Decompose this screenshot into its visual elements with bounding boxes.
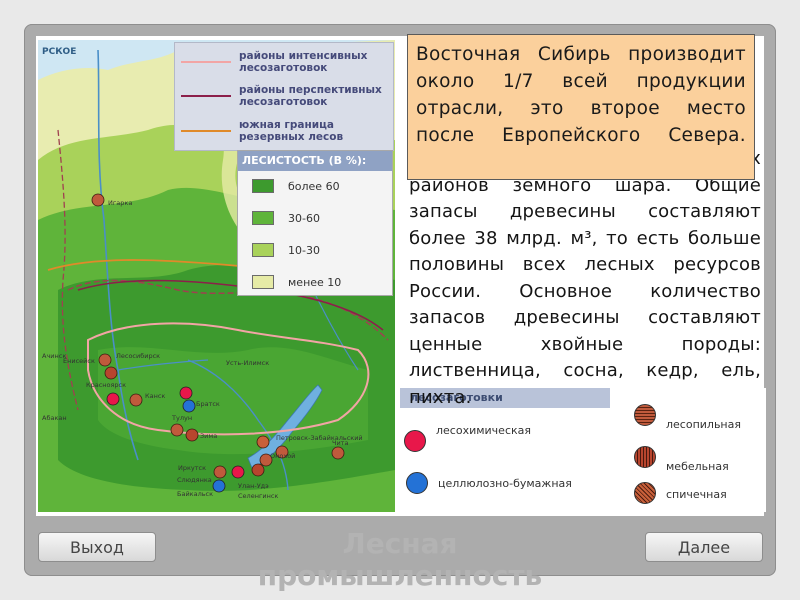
legend-swatch: [252, 243, 274, 257]
city-label: Красноярск: [86, 381, 126, 389]
industry-dot: [634, 445, 656, 468]
industry-label: мебельная: [666, 460, 729, 473]
legend-swatch: [252, 275, 274, 289]
city-label: Абакан: [42, 414, 67, 422]
city-label: Усть-Илимск: [226, 359, 269, 367]
legend-label: более 60: [288, 179, 340, 193]
industry-item: мебельная: [634, 440, 729, 473]
legend-swatch: [181, 60, 231, 63]
legend-row: 30-60: [252, 211, 320, 225]
legend-label: южная граница резервных лесов: [239, 118, 344, 143]
legend-label: менее 10: [288, 275, 342, 289]
city-label: Онохой: [270, 452, 295, 460]
forest-cover-legend: ЛЕСИСТОСТЬ (В %): более 60 30-60 10-30 м…: [237, 150, 393, 296]
city-label: Братск: [196, 400, 220, 408]
legend-swatch: [181, 94, 231, 97]
legend-label: районы интенсивных лесозаготовок: [239, 49, 368, 74]
legend-title: ЛЕСИСТОСТЬ (В %):: [238, 151, 392, 171]
city-label: Канск: [145, 392, 165, 400]
legend-row: южная граница резервных лесов: [175, 114, 393, 147]
slide-title-watermark: Лесная промышленность: [257, 527, 543, 592]
legend-row: 10-30: [252, 243, 320, 257]
industry-item: целлюлозно-бумажная: [406, 472, 572, 494]
legend-row: районы перспективных лесозаготовок: [175, 79, 393, 112]
next-button[interactable]: Далее: [645, 532, 763, 562]
legend-row: менее 10: [252, 275, 341, 289]
industry-item: спичечная: [634, 482, 727, 504]
legend-swatch: [252, 179, 274, 193]
industry-label: спичечная: [666, 487, 727, 501]
industry-dot: [404, 430, 426, 452]
industry-label: лесопильная: [666, 418, 741, 431]
legend-label: районы перспективных лесозаготовок: [239, 83, 382, 108]
line-legend: районы интенсивных лесозаготовок районы …: [174, 42, 394, 151]
city-label: Байкальск: [177, 490, 213, 498]
city-label: Лесосибирск: [116, 352, 160, 360]
city-label: Слюдянка: [177, 476, 212, 484]
industry-item: лесохимическая: [404, 424, 531, 452]
industry-label: целлюлозно-бумажная: [438, 476, 572, 490]
industry-label: лесохимическая: [436, 423, 531, 437]
callout-box: Восточная Сибирь производит около 1/7 вс…: [407, 34, 755, 180]
city-label: Игарка: [108, 199, 132, 207]
city-label: Зима: [200, 432, 217, 440]
legend-row: районы интенсивных лесозаготовок: [175, 45, 393, 78]
legend-swatch: [181, 129, 231, 132]
city-label: Иркутск: [178, 464, 206, 472]
city-label: Петровск-Забайкальский: [276, 434, 363, 442]
legend-row: более 60: [252, 179, 340, 193]
industry-dot: [406, 472, 428, 494]
legend-label: 10-30: [288, 243, 320, 257]
city-label: Селенгинск: [238, 492, 278, 500]
sea-label: РСКОЕ: [42, 47, 76, 57]
city-label: Улан-Удэ: [238, 482, 269, 490]
industry-dot: [634, 482, 656, 504]
city-label: Енисейск: [63, 357, 95, 365]
main-text: Здесь один из величайших лесных районов …: [409, 148, 761, 408]
legend-label: 30-60: [288, 211, 320, 225]
legend-swatch: [252, 211, 274, 225]
city-label: Тулун: [171, 414, 192, 422]
city-label: Ачинск: [42, 352, 66, 360]
exit-button[interactable]: Выход: [38, 532, 156, 562]
